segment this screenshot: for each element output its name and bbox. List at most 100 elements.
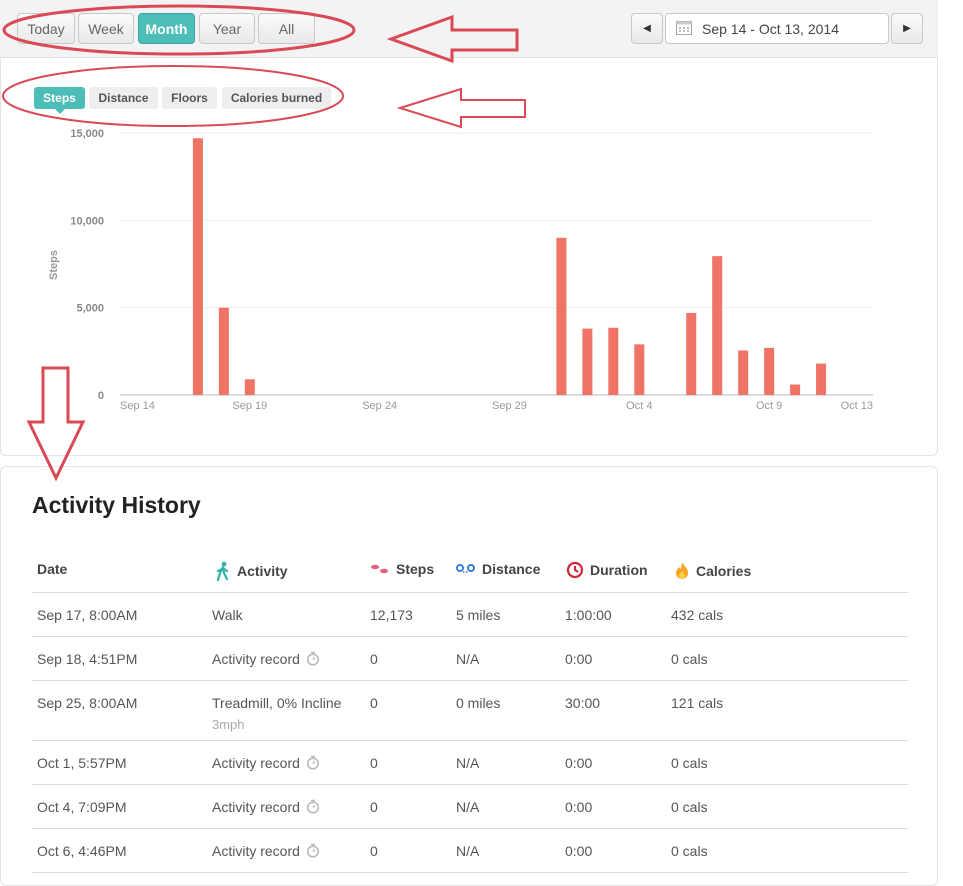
range-tab-today[interactable]: Today bbox=[17, 13, 75, 44]
row-1-duration: 1:00:00 bbox=[565, 607, 612, 623]
row-divider bbox=[32, 592, 908, 593]
row-1-distance: 5 miles bbox=[456, 607, 501, 623]
bar-sep-17 bbox=[192, 138, 203, 396]
x-tick-label: Oct 9 bbox=[756, 400, 782, 412]
column-header-activity: Activity bbox=[215, 561, 288, 581]
column-header-calories: Calories bbox=[674, 561, 751, 580]
bar-oct-8 bbox=[738, 350, 749, 395]
row-6-activity[interactable]: Activity record bbox=[212, 843, 320, 861]
row-6-distance: N/A bbox=[456, 843, 480, 859]
row-3-calories: 121 cals bbox=[671, 695, 724, 711]
row-4-activity-label: Activity record bbox=[212, 755, 300, 771]
row-3-distance: 0 miles bbox=[456, 695, 501, 711]
distance-pin-icon bbox=[456, 563, 476, 575]
row-6-activity-label: Activity record bbox=[212, 843, 300, 859]
date-range-picker[interactable]: Sep 14 - Oct 13, 2014 bbox=[665, 13, 889, 44]
row-3-steps: 0 bbox=[370, 695, 378, 711]
bar-sep-19 bbox=[244, 379, 255, 395]
y-tick-label: 0 bbox=[98, 390, 104, 402]
chevron-right-icon: ▶ bbox=[903, 23, 911, 34]
x-tick-label: Sep 29 bbox=[492, 400, 527, 412]
next-period-button[interactable]: ▶ bbox=[891, 13, 923, 44]
row-divider bbox=[32, 872, 908, 873]
row-divider bbox=[32, 680, 908, 681]
x-tick-label: Sep 14 bbox=[120, 400, 155, 412]
row-4-duration: 0:00 bbox=[565, 755, 593, 771]
bar-oct-11 bbox=[816, 363, 827, 395]
bar-oct-1 bbox=[556, 237, 567, 395]
column-header-steps: Steps bbox=[370, 561, 434, 577]
range-tab-week[interactable]: Week bbox=[78, 13, 134, 44]
column-header-duration: Duration bbox=[566, 561, 648, 579]
metric-tab-calories-burned[interactable]: Calories burned bbox=[222, 87, 331, 109]
row-2-distance: N/A bbox=[456, 651, 480, 667]
row-divider bbox=[32, 636, 908, 637]
x-tick-label: Sep 24 bbox=[362, 400, 397, 412]
row-2-activity-label: Activity record bbox=[212, 651, 300, 667]
row-2-activity[interactable]: Activity record bbox=[212, 651, 320, 669]
row-6-date: Oct 6, 4:46PM bbox=[37, 843, 127, 859]
bar-oct-7 bbox=[712, 256, 723, 395]
column-header-date: Date bbox=[37, 561, 68, 577]
row-4-date: Oct 1, 5:57PM bbox=[37, 755, 127, 771]
row-divider bbox=[32, 740, 908, 741]
bar-oct-3 bbox=[608, 327, 619, 395]
row-3-date: Sep 25, 8:00AM bbox=[37, 695, 138, 711]
range-tab-year[interactable]: Year bbox=[199, 13, 255, 44]
bar-oct-9 bbox=[764, 347, 775, 395]
activity-history-title: Activity History bbox=[32, 492, 201, 518]
row-4-calories: 0 cals bbox=[671, 755, 708, 771]
row-6-duration: 0:00 bbox=[565, 843, 593, 859]
stopwatch-icon bbox=[306, 799, 320, 817]
column-header-distance: Distance bbox=[456, 561, 540, 577]
steps-bar-chart: 0 5,000 10,000 15,000 Steps Sep 14 Sep 19 Sep 2… bbox=[48, 128, 873, 412]
bar-oct-6 bbox=[686, 312, 697, 395]
metric-tab-floors[interactable]: Floors bbox=[162, 87, 217, 109]
walking-person-icon bbox=[215, 561, 231, 581]
metric-tab-distance[interactable]: Distance bbox=[89, 87, 158, 109]
row-4-activity[interactable]: Activity record bbox=[212, 755, 320, 773]
row-2-date: Sep 18, 4:51PM bbox=[37, 651, 138, 667]
previous-period-button[interactable]: ◀ bbox=[631, 13, 663, 44]
stopwatch-icon bbox=[306, 651, 320, 669]
range-tab-month[interactable]: Month bbox=[138, 13, 195, 44]
row-2-calories: 0 cals bbox=[671, 651, 708, 667]
row-1-activity[interactable]: Walk bbox=[212, 607, 243, 623]
row-5-activity[interactable]: Activity record bbox=[212, 799, 320, 817]
row-4-steps: 0 bbox=[370, 755, 378, 771]
bar-oct-2 bbox=[582, 328, 593, 395]
row-6-calories: 0 cals bbox=[671, 843, 708, 859]
y-tick-label: 5,000 bbox=[76, 303, 104, 315]
metric-tab-steps[interactable]: Steps bbox=[34, 87, 85, 114]
activity-history-card bbox=[0, 466, 938, 886]
row-3-duration: 30:00 bbox=[565, 695, 601, 711]
row-5-calories: 0 cals bbox=[671, 799, 708, 815]
row-1-calories: 432 cals bbox=[671, 607, 724, 623]
row-3-activity-detail: 3mph bbox=[212, 717, 245, 732]
row-1-date: Sep 17, 8:00AM bbox=[37, 607, 138, 623]
date-range-label: Sep 14 - Oct 13, 2014 bbox=[702, 20, 839, 37]
bar-sep-18 bbox=[218, 307, 229, 395]
bar-oct-10 bbox=[790, 384, 801, 395]
y-tick-label: 15,000 bbox=[70, 128, 104, 140]
row-5-steps: 0 bbox=[370, 799, 378, 815]
x-tick-label: Oct 4 bbox=[626, 400, 652, 412]
flame-icon bbox=[674, 561, 690, 580]
row-4-distance: N/A bbox=[456, 755, 480, 771]
calendar-icon bbox=[676, 20, 692, 38]
row-divider bbox=[32, 784, 908, 785]
row-1-steps: 12,173 bbox=[370, 607, 413, 623]
stopwatch-icon bbox=[306, 755, 320, 773]
row-6-steps: 0 bbox=[370, 843, 378, 859]
row-5-duration: 0:00 bbox=[565, 799, 593, 815]
row-5-activity-label: Activity record bbox=[212, 799, 300, 815]
bar-oct-4 bbox=[634, 344, 645, 395]
row-3-activity[interactable]: Treadmill, 0% Incline bbox=[212, 695, 341, 711]
x-tick-label: Oct 13 bbox=[841, 400, 873, 412]
row-2-duration: 0:00 bbox=[565, 651, 593, 667]
y-axis-label: Steps bbox=[48, 250, 60, 280]
x-tick-label: Sep 19 bbox=[232, 400, 267, 412]
stopwatch-icon bbox=[306, 843, 320, 861]
row-divider bbox=[32, 828, 908, 829]
range-tab-all[interactable]: All bbox=[258, 13, 315, 44]
